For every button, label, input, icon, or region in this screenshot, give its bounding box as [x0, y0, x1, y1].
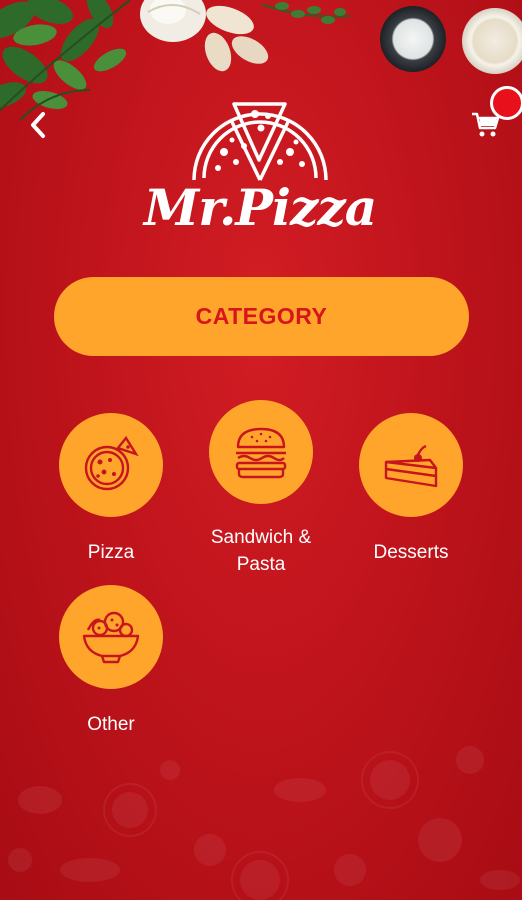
cake-icon: [384, 444, 438, 488]
category-icon-circle: [209, 400, 313, 504]
category-icon-circle: [359, 413, 463, 517]
category-item-pizza[interactable]: Pizza: [36, 413, 186, 566]
food-pattern-decoration: [8, 746, 520, 900]
category-icon-circle: [59, 413, 163, 517]
garlic-decoration: [140, 0, 269, 72]
category-label: Desserts: [373, 542, 449, 563]
app-logo: Mr.Pizza: [140, 100, 380, 255]
app-logo-text: Mr.Pizza: [143, 178, 377, 237]
category-button[interactable]: CATEGORY: [54, 277, 469, 356]
category-item-desserts[interactable]: Desserts: [336, 413, 486, 566]
category-item-sandwich-pasta[interactable]: Sandwich & Pasta: [186, 400, 336, 578]
category-label: Pizza: [87, 542, 135, 563]
category-screen: Mr.Pizza CATEGORY Pizza Sandwich & Pasta…: [0, 0, 522, 900]
category-label: Sandwich & Pasta: [210, 527, 312, 575]
pizza-icon: [84, 435, 139, 491]
herbs-decoration: [0, 0, 131, 121]
chevron-left-icon: [31, 112, 45, 138]
category-icon-circle: [59, 585, 163, 689]
pizza-logo-icon: [192, 102, 328, 181]
salad-bowl-icon: [82, 611, 140, 664]
burger-icon: [235, 427, 287, 479]
cart-badge: [490, 86, 522, 120]
cheese-bowl-decoration: [380, 6, 446, 72]
breadcrumb-bowl-decoration: [462, 8, 522, 74]
category-item-other[interactable]: Other: [36, 585, 186, 738]
back-button[interactable]: [24, 108, 52, 142]
herb-sprig-decoration: [262, 2, 351, 24]
